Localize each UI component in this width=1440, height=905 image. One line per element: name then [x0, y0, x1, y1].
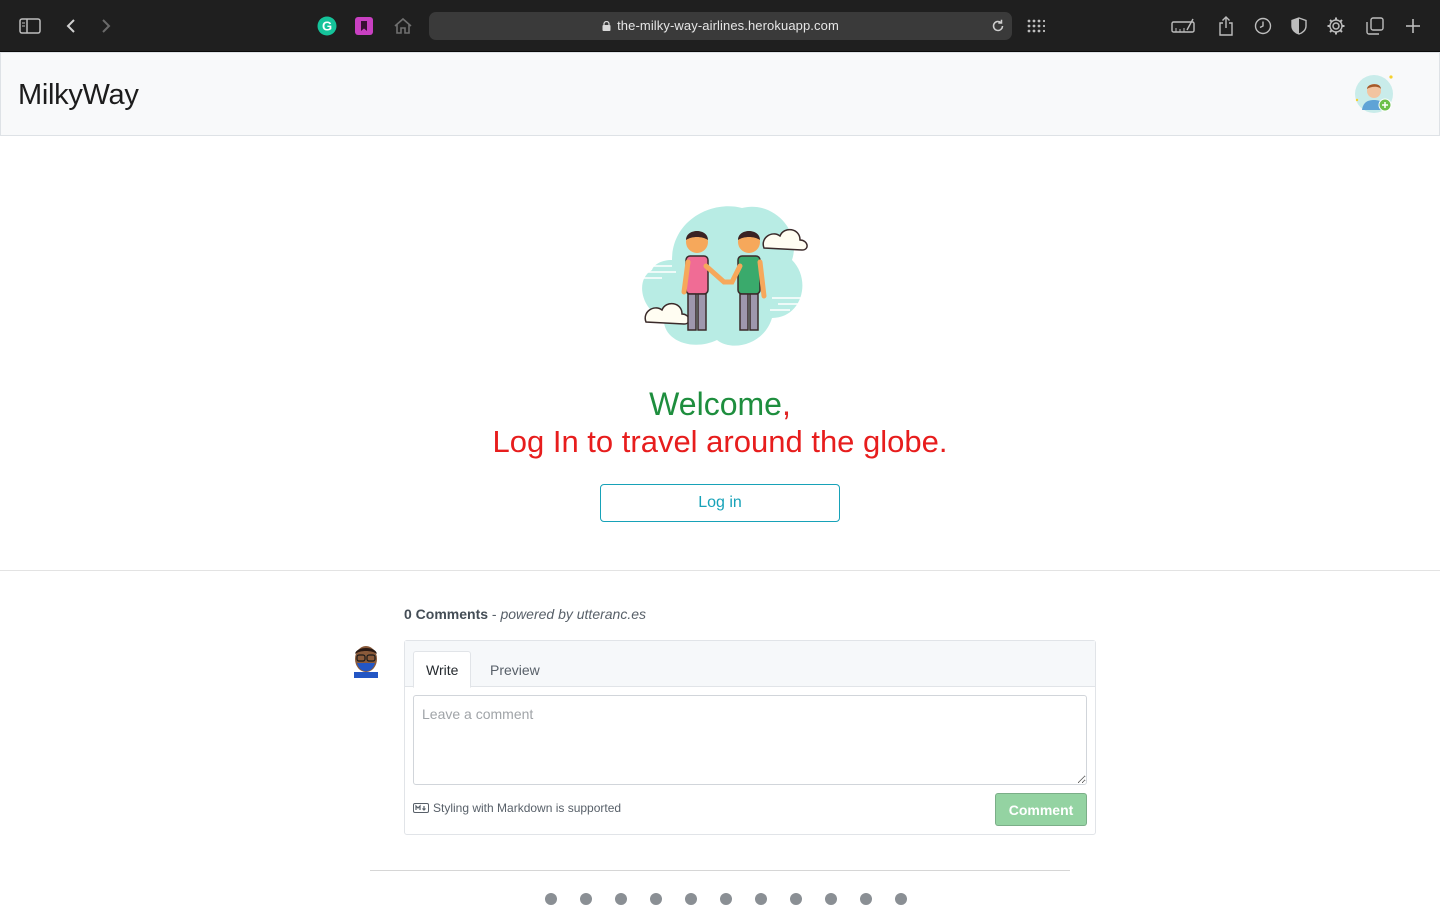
footer-social-icons: [540, 893, 920, 905]
comment-tabs: Write Preview: [405, 641, 1095, 688]
tabs-icon[interactable]: [1363, 14, 1387, 38]
comments-count: 0 Comments: [404, 606, 489, 622]
forward-icon[interactable]: [94, 14, 118, 38]
brand-logo[interactable]: MilkyWay: [18, 79, 139, 112]
commenter-avatar: [354, 644, 378, 678]
address-bar[interactable]: the-milky-way-airlines.herokuapp.com: [429, 12, 1012, 40]
markdown-icon: [413, 803, 429, 813]
footer-social-icon[interactable]: [545, 893, 557, 905]
welcome-comma: ,: [781, 386, 791, 422]
grid-icon[interactable]: [1024, 14, 1048, 38]
comment-form: Write Preview Styling with Markdown is s…: [404, 640, 1096, 835]
site-navbar: MilkyWay: [0, 52, 1440, 136]
browser-toolbar: G the-milky-way-airlines.herokuapp.com: [0, 0, 1440, 52]
sidebar-icon[interactable]: [18, 14, 42, 38]
markdown-hint: Styling with Markdown is supported: [413, 801, 621, 815]
footer-social-icon[interactable]: [755, 893, 767, 905]
footer-social-icon[interactable]: [825, 893, 837, 905]
welcome-heading: Welcome,: [0, 386, 1440, 423]
footer-social-icon[interactable]: [790, 893, 802, 905]
plus-icon[interactable]: [1401, 14, 1425, 38]
tab-write[interactable]: Write: [413, 651, 472, 688]
footer-social-icon[interactable]: [685, 893, 697, 905]
footer-social-icon[interactable]: [650, 893, 662, 905]
footer-social-icon[interactable]: [580, 893, 592, 905]
shield-icon[interactable]: [1287, 14, 1311, 38]
home-icon[interactable]: [391, 14, 415, 38]
footer-social-icon[interactable]: [720, 893, 732, 905]
user-add-icon[interactable]: [1354, 74, 1396, 116]
login-tagline: Log In to travel around the globe.: [492, 424, 948, 459]
section-divider: [0, 570, 1440, 571]
footer-social-icon[interactable]: [615, 893, 627, 905]
reload-icon[interactable]: [990, 18, 1006, 34]
login-button[interactable]: Log in: [600, 484, 840, 522]
comments-header: 0 Comments - powered by utteranc.es: [404, 606, 646, 622]
comment-submit-button[interactable]: Comment: [995, 793, 1087, 826]
tab-preview[interactable]: Preview: [478, 651, 552, 688]
gear-icon[interactable]: [1324, 14, 1348, 38]
lock-icon: [602, 21, 611, 31]
powered-by-link[interactable]: powered by utteranc.es: [500, 606, 646, 622]
ruler-icon[interactable]: [1171, 14, 1195, 38]
history-icon[interactable]: [1251, 14, 1275, 38]
footer-social-icon[interactable]: [895, 893, 907, 905]
welcome-word: Welcome: [649, 386, 782, 422]
back-icon[interactable]: [59, 14, 83, 38]
url-text: the-milky-way-airlines.herokuapp.com: [617, 18, 839, 33]
share-icon[interactable]: [1214, 14, 1238, 38]
svg-text:G: G: [322, 19, 332, 34]
footer-social-icon[interactable]: [860, 893, 872, 905]
handshake-illustration: [632, 200, 812, 352]
markdown-hint-text: Styling with Markdown is supported: [433, 801, 622, 815]
grammarly-icon[interactable]: G: [315, 14, 339, 38]
comments-separator: -: [488, 606, 501, 622]
bookmark-extension-icon[interactable]: [352, 14, 376, 38]
comment-textarea[interactable]: [413, 695, 1087, 785]
footer-divider: [370, 870, 1070, 871]
